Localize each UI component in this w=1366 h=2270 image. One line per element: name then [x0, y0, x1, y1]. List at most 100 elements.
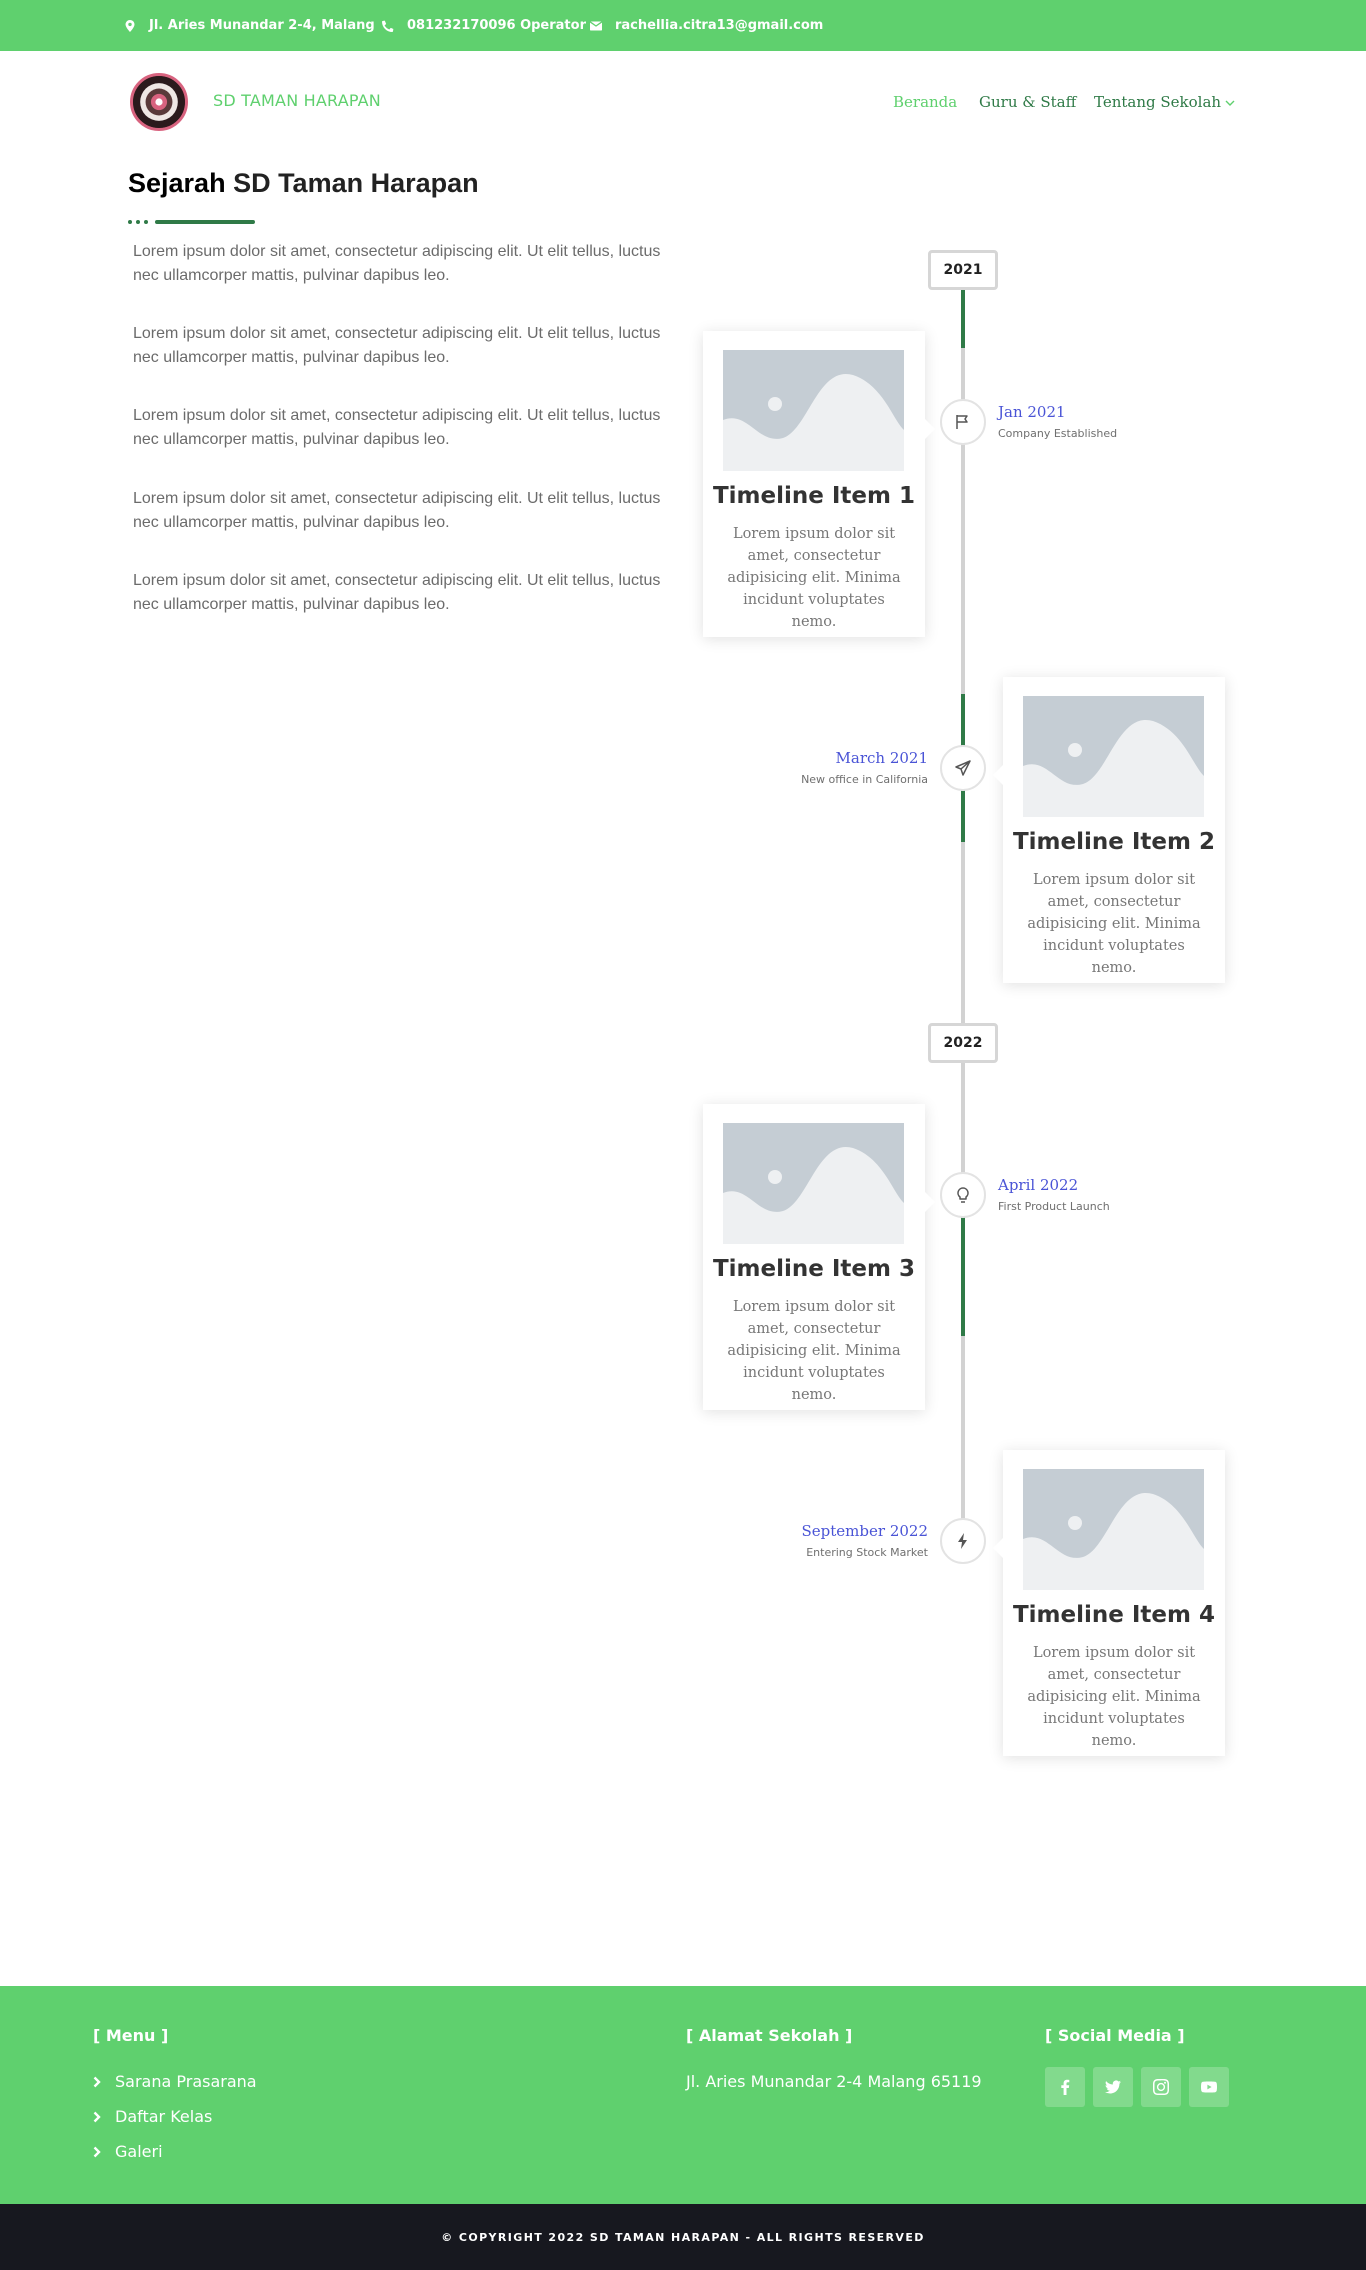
footer-link-label: Sarana Prasarana: [115, 2072, 257, 2091]
contact-phone[interactable]: 081232170096 Operator: [382, 0, 586, 51]
timeline-marker: [940, 1172, 986, 1218]
copyright-bar: © COPYRIGHT 2022 SD TAMAN HARAPAN - ALL …: [0, 2204, 1366, 2270]
school-emblem-icon: [133, 76, 185, 128]
footer-address-heading: [ Alamat Sekolah ]: [686, 2026, 853, 2045]
contact-address-text: Jl. Aries Munandar 2-4, Malang: [149, 18, 375, 33]
twitter-button[interactable]: [1093, 2067, 1133, 2107]
timeline-year-badge: 2022: [928, 1023, 998, 1063]
history-paragraph: Lorem ipsum dolor sit amet, consectetur …: [133, 325, 661, 366]
timeline-card[interactable]: Timeline Item 2 Lorem ipsum dolor sit am…: [993, 677, 1225, 983]
footer-social-heading: [ Social Media ]: [1045, 2026, 1185, 2045]
chevron-right-icon: [93, 2111, 101, 2122]
phone-icon: [382, 20, 394, 32]
timeline-subtitle: New office in California: [801, 773, 928, 786]
copyright-text: © COPYRIGHT 2022 SD TAMAN HARAPAN - ALL …: [441, 2230, 925, 2244]
history-paragraph: Lorem ipsum dolor sit amet, consectetur …: [133, 243, 661, 284]
footer-link-sarana-prasarana[interactable]: Sarana Prasarana: [93, 2072, 257, 2091]
nav-item-tentang-sekolah-label: Tentang Sekolah: [1094, 93, 1222, 111]
timeline-progress-segment: [961, 1216, 965, 1336]
timeline-card[interactable]: Timeline Item 4 Lorem ipsum dolor sit am…: [993, 1450, 1225, 1756]
timeline-marker: [940, 1518, 986, 1564]
timeline-card[interactable]: Timeline Item 3 Lorem ipsum dolor sit am…: [703, 1104, 935, 1410]
nav-item-guru-staff[interactable]: Guru & Staff: [979, 93, 1076, 111]
facebook-icon: [1061, 2079, 1070, 2095]
instagram-button[interactable]: [1141, 2067, 1181, 2107]
underline-dot: [144, 220, 148, 224]
envelope-icon: [590, 21, 602, 30]
card-arrow: [993, 765, 1003, 785]
chevron-right-icon: [93, 2076, 101, 2087]
timeline-subtitle: Company Established: [998, 427, 1118, 440]
card-arrow: [925, 419, 935, 439]
contact-email-text: rachellia.citra13@gmail.com: [615, 18, 824, 33]
timeline-card[interactable]: Timeline Item 1 Lorem ipsum dolor sit am…: [703, 331, 935, 637]
timeline-date: September 2022: [801, 1522, 928, 1540]
timeline-card-title: Timeline Item 1: [712, 483, 915, 509]
image-placeholder-icon: [723, 1123, 904, 1244]
contact-address: Jl. Aries Munandar 2-4, Malang: [124, 0, 375, 51]
instagram-icon: [1153, 2079, 1169, 2095]
facebook-button[interactable]: [1045, 2067, 1085, 2107]
footer-link-daftar-kelas[interactable]: Daftar Kelas: [93, 2107, 212, 2126]
timeline-line: [961, 280, 965, 1550]
image-placeholder: [723, 1123, 904, 1244]
footer-menu-heading: [ Menu ]: [93, 2026, 169, 2045]
timeline-marker: [940, 399, 986, 445]
timeline-subtitle: Entering Stock Market: [806, 1546, 928, 1559]
timeline-card-title: Timeline Item 4: [1012, 1602, 1215, 1628]
image-placeholder: [1023, 696, 1204, 817]
underline-dot: [128, 220, 132, 224]
youtube-button[interactable]: [1189, 2067, 1229, 2107]
title-underline: [128, 219, 258, 225]
history-paragraph: Lorem ipsum dolor sit amet, consectetur …: [133, 572, 661, 613]
image-placeholder-icon: [1023, 1469, 1204, 1590]
contact-email[interactable]: rachellia.citra13@gmail.com: [590, 0, 823, 51]
page-title: Sejarah SD Taman Harapan: [128, 168, 479, 199]
youtube-icon: [1201, 2081, 1217, 2093]
history-paragraph: Lorem ipsum dolor sit amet, consectetur …: [133, 407, 661, 448]
timeline-card-text: Lorem ipsum dolor sit amet, consectetur …: [1027, 1645, 1201, 1749]
map-pin-icon: [125, 19, 135, 32]
underline-dot: [136, 220, 140, 224]
chevron-down-icon: [1225, 100, 1235, 106]
image-placeholder: [1023, 1469, 1204, 1590]
flag-icon: [956, 415, 968, 429]
timeline-card-text: Lorem ipsum dolor sit amet, consectetur …: [1027, 872, 1201, 976]
page-title-bold: Sejarah: [128, 168, 226, 198]
image-placeholder: [723, 350, 904, 471]
top-contact-bar: Jl. Aries Munandar 2-4, Malang 081232170…: [0, 0, 1366, 51]
timeline-date: March 2021: [835, 749, 928, 767]
timeline-progress-segment: [961, 290, 965, 348]
timeline-card-text: Lorem ipsum dolor sit amet, consectetur …: [727, 526, 901, 630]
history-paragraph: Lorem ipsum dolor sit amet, consectetur …: [133, 490, 661, 531]
underline-bar: [155, 220, 255, 224]
brand-name[interactable]: SD TAMAN HARAPAN: [213, 91, 381, 110]
contact-phone-text: 081232170096 Operator: [407, 18, 586, 33]
image-placeholder-icon: [723, 350, 904, 471]
timeline-card-title: Timeline Item 3: [712, 1256, 915, 1282]
card-arrow: [993, 1538, 1003, 1558]
timeline-card-text: Lorem ipsum dolor sit amet, consectetur …: [727, 1299, 901, 1403]
chevron-right-icon: [93, 2146, 101, 2157]
site-header: SD TAMAN HARAPAN Beranda Guru & Staff Te…: [0, 51, 1366, 155]
footer-address: Jl. Aries Munandar 2-4 Malang 65119: [686, 2072, 982, 2091]
nav-item-tentang-sekolah[interactable]: Tentang Sekolah: [1094, 93, 1236, 111]
footer-link-galeri[interactable]: Galeri: [93, 2142, 163, 2161]
footer-link-label: Galeri: [115, 2142, 163, 2161]
twitter-icon: [1105, 2080, 1121, 2094]
timeline-date: Jan 2021: [998, 403, 1066, 421]
timeline-subtitle: First Product Launch: [998, 1200, 1110, 1213]
school-logo[interactable]: [130, 73, 188, 131]
nav-item-beranda[interactable]: Beranda: [893, 93, 957, 111]
bolt-icon: [958, 1533, 967, 1549]
footer-link-label: Daftar Kelas: [115, 2107, 213, 2126]
timeline-marker: [940, 745, 986, 791]
card-arrow: [925, 1192, 935, 1212]
site-footer: [ Menu ] Sarana Prasarana Daftar Kelas G…: [0, 1986, 1366, 2204]
lightbulb-icon: [957, 1187, 969, 1203]
paper-plane-icon: [955, 760, 971, 776]
timeline-year-badge: 2021: [928, 250, 998, 290]
page-title-rest: SD Taman Harapan: [225, 168, 479, 198]
image-placeholder-icon: [1023, 696, 1204, 817]
timeline-date: April 2022: [998, 1176, 1079, 1194]
